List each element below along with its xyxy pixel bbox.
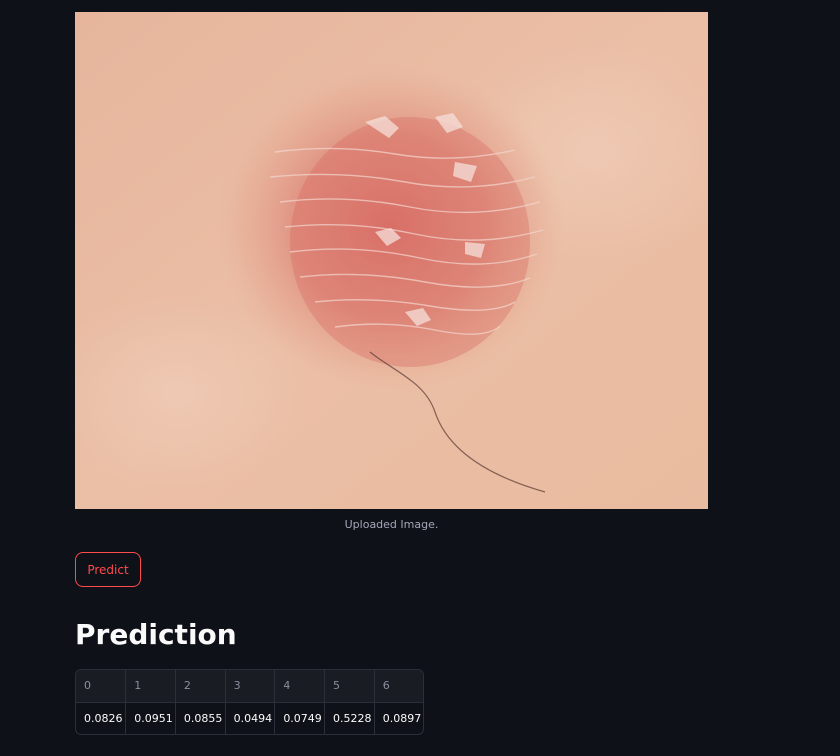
table-cell[interactable]: 0.5228 [324, 702, 375, 734]
skin-lesion-photo [75, 12, 708, 509]
uploaded-image [75, 12, 708, 509]
column-header[interactable]: 5 [324, 670, 375, 703]
column-header[interactable]: 2 [175, 670, 226, 703]
column-header[interactable]: 6 [374, 670, 423, 703]
column-header[interactable]: 1 [125, 670, 176, 703]
app-page: Uploaded Image. Predict Prediction 0 1 2… [0, 0, 840, 756]
image-caption: Uploaded Image. [344, 518, 439, 531]
table-cell[interactable]: 0.0749 [274, 702, 326, 734]
prediction-table[interactable]: 0 1 2 3 4 5 6 0.0826 0.0951 0.0855 0.049… [75, 669, 424, 735]
table-header-row: 0 1 2 3 4 5 6 [76, 670, 423, 703]
table-cell[interactable]: 0.0855 [175, 702, 226, 734]
table-row: 0.0826 0.0951 0.0855 0.0494 0.0749 0.522… [76, 702, 423, 734]
predict-button[interactable]: Predict [75, 552, 141, 587]
column-header[interactable]: 3 [225, 670, 276, 703]
table-cell[interactable]: 0.0951 [125, 702, 176, 734]
prediction-heading: Prediction [75, 618, 237, 651]
table-cell[interactable]: 0.0494 [225, 702, 276, 734]
table-cell[interactable]: 0.0826 [76, 702, 127, 734]
column-header[interactable]: 4 [274, 670, 326, 703]
column-header[interactable]: 0 [76, 670, 127, 703]
table-cell[interactable]: 0.0897 [374, 702, 423, 734]
